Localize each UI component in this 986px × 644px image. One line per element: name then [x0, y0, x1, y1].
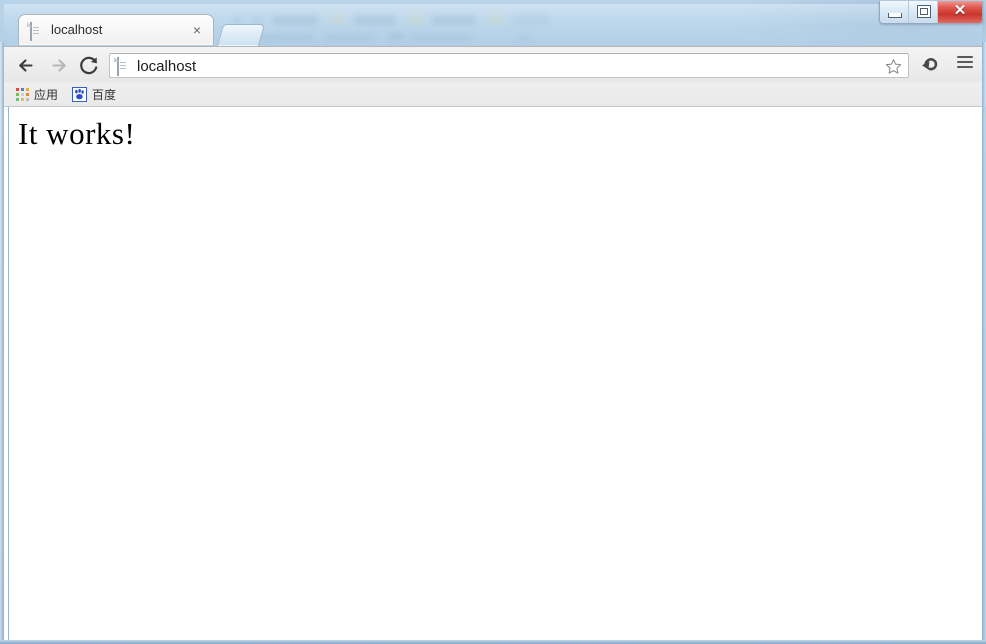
page-icon [30, 22, 42, 41]
page-heading: It works! [18, 116, 136, 151]
bookmark-label: 百度 [92, 88, 117, 102]
close-icon[interactable]: × [190, 22, 204, 38]
reload-button[interactable] [75, 52, 102, 79]
window-titlebar[interactable]: ✕ localhost × [4, 1, 983, 46]
star-icon[interactable] [885, 58, 902, 75]
bookmark-item-apps[interactable]: 应用 [12, 85, 62, 104]
tab-localhost[interactable]: localhost × [18, 14, 214, 45]
bookmark-item-baidu[interactable]: 百度 [68, 85, 120, 104]
forward-button [45, 52, 72, 79]
new-tab-button[interactable] [216, 24, 266, 46]
window-border-right [982, 42, 986, 640]
bookmarks-bar: 应用 百度 [4, 82, 982, 107]
tab-title: localhost [51, 22, 103, 37]
chrome-menu-icon[interactable] [952, 53, 978, 78]
browser-window: ✕ localhost × localhost 应用 百度 It works! [4, 1, 986, 644]
address-bar-value[interactable]: localhost [137, 57, 196, 76]
browser-toolbar: localhost [4, 46, 982, 82]
tab-strip: localhost × [4, 14, 982, 46]
page-content: It works! [4, 107, 982, 151]
apps-grid-icon [16, 88, 29, 101]
page-icon [117, 57, 129, 76]
baidu-paw-icon [72, 87, 87, 102]
address-bar[interactable]: localhost [109, 53, 909, 78]
bookmark-label: 应用 [34, 88, 59, 102]
window-border-left [0, 42, 4, 640]
window-border-bottom [0, 640, 986, 644]
page-viewport[interactable]: It works! [4, 107, 982, 640]
undo-close-tab-icon[interactable] [918, 53, 944, 78]
back-button[interactable] [13, 52, 40, 79]
